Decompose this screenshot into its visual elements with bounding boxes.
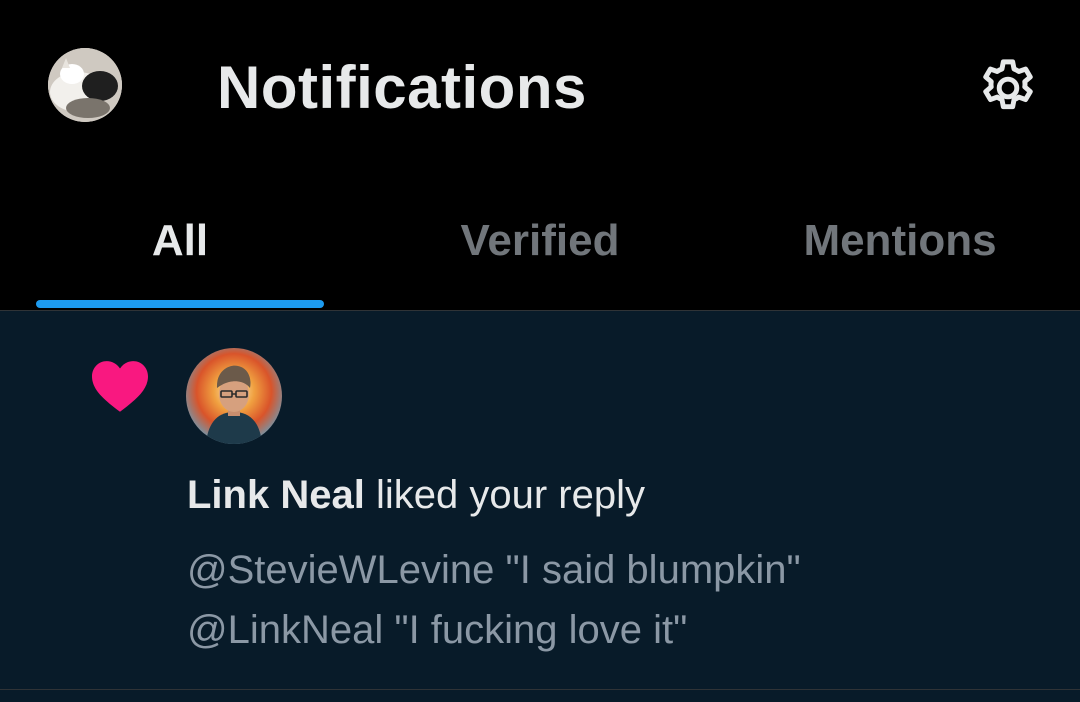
settings-button[interactable]	[970, 50, 1046, 126]
tab-mentions[interactable]: Mentions	[720, 175, 1080, 311]
gear-icon	[983, 59, 1033, 110]
notification-tabs: All Verified Mentions	[0, 175, 1080, 311]
tab-label: Mentions	[803, 216, 997, 265]
actor-avatar[interactable]	[186, 348, 282, 444]
top-app-bar: Notifications	[0, 0, 1080, 175]
snippet-line: @StevieWLevine "I said blumpkin"	[187, 548, 801, 592]
action-text: liked your reply	[375, 473, 645, 517]
notification-text: Link Neal liked your reply	[187, 470, 645, 520]
tab-label: All	[151, 216, 209, 265]
tab-all[interactable]: All	[0, 175, 360, 311]
heart-icon	[92, 361, 148, 412]
tab-verified[interactable]: Verified	[360, 175, 720, 311]
cat-avatar-image	[48, 48, 122, 122]
tab-label: Verified	[460, 216, 620, 265]
snippet-line: @LinkNeal "I fucking love it"	[187, 608, 688, 652]
page-title: Notifications	[217, 54, 587, 121]
actor-name[interactable]: Link Neal	[187, 473, 365, 517]
actor-avatar-image	[186, 348, 282, 444]
reply-snippet: @StevieWLevine "I said blumpkin" @LinkNe…	[187, 540, 1047, 660]
user-avatar[interactable]	[48, 48, 122, 122]
active-tab-indicator	[36, 300, 324, 308]
next-item-peek	[0, 690, 1080, 702]
